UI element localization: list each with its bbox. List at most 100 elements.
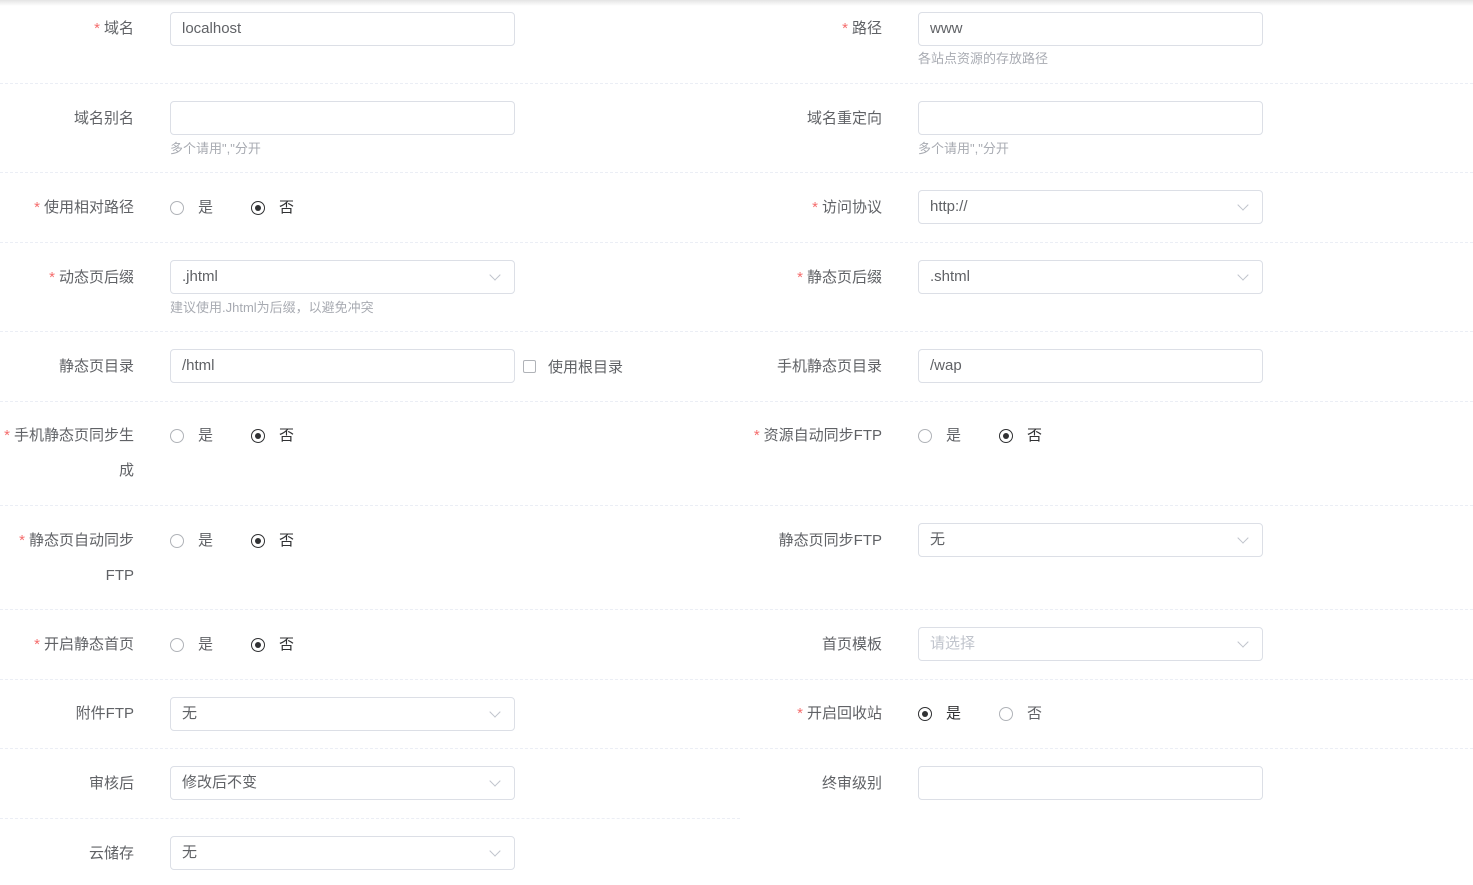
path-hint: 各站点资源的存放路径 (918, 51, 1049, 66)
radio-circle[interactable] (999, 429, 1013, 443)
dynamic-suffix-label-text: 动态页后缀 (58, 269, 134, 286)
required-mark: * (797, 269, 803, 286)
radio-circle[interactable] (918, 429, 932, 443)
row-divider (0, 242, 1473, 243)
static-sync-ftp-label-text: 静态页同步FTP (778, 532, 882, 549)
static-auto-sync-yes-radio[interactable]: 是 (170, 531, 213, 551)
dynamic-suffix-select-value: .jhtml (182, 268, 218, 285)
after-review-select[interactable]: 修改后不变 (170, 766, 515, 800)
top-shadow (0, 0, 1473, 6)
static-home-no-radio[interactable]: 否 (251, 635, 294, 655)
use-root-dir-checkbox[interactable]: 使用根目录 (523, 356, 623, 376)
mobile-sync-yes-radio[interactable]: 是 (170, 426, 213, 446)
home-template-label: 首页模板 (822, 627, 882, 662)
radio-label: 是 (946, 427, 962, 444)
alias-input[interactable] (170, 101, 515, 135)
static-home-label-text: 开启静态首页 (43, 636, 134, 653)
mobile-static-dir-label: 手机静态页目录 (777, 349, 882, 384)
resource-ftp-sync-yes-radio[interactable]: 是 (918, 426, 961, 446)
row-divider (0, 331, 1473, 332)
radio-circle[interactable] (251, 429, 265, 443)
static-home-yes-radio[interactable]: 是 (170, 635, 213, 655)
dynamic-suffix-label: * 动态页后缀 (49, 260, 134, 295)
row-divider (0, 172, 1473, 173)
domain-label: * 域名 (94, 11, 134, 46)
radio-label: 否 (1027, 427, 1043, 444)
cloud-storage-label-text: 云储存 (88, 845, 134, 862)
redirect-label: 域名重定向 (807, 101, 882, 136)
checkbox-box[interactable] (523, 359, 536, 373)
radio-circle[interactable] (170, 638, 184, 652)
relative-path-no-radio[interactable]: 否 (251, 198, 294, 218)
recycle-bin-no-radio[interactable]: 否 (999, 704, 1042, 724)
relative-path-yes-radio[interactable]: 是 (170, 198, 213, 218)
dynamic-suffix-select[interactable]: .jhtml (170, 260, 515, 294)
static-auto-sync-no-radio[interactable]: 否 (251, 531, 294, 551)
attach-ftp-select[interactable]: 无 (170, 697, 515, 731)
resource-ftp-sync-label-text: 资源自动同步FTP (763, 427, 882, 444)
relative-path-label-text: 使用相对路径 (43, 199, 134, 216)
redirect-label-text: 域名重定向 (806, 110, 882, 127)
radio-label: 是 (198, 636, 214, 653)
attach-ftp-label: 附件FTP (76, 696, 134, 731)
path-input[interactable]: www (918, 12, 1263, 46)
checkbox-label: 使用根目录 (548, 358, 624, 376)
static-dir-label-text: 静态页目录 (58, 358, 134, 375)
chevron-down-icon (489, 269, 501, 281)
relative-path-label: * 使用相对路径 (34, 190, 134, 225)
alias-hint: 多个请用","分开 (170, 141, 261, 156)
mobile-sync-no-radio[interactable]: 否 (251, 426, 294, 446)
required-mark: * (34, 636, 40, 653)
resource-ftp-sync-no-radio[interactable]: 否 (999, 426, 1042, 446)
path-label: * 路径 (842, 11, 882, 46)
radio-circle[interactable] (170, 201, 184, 215)
protocol-label-text: 访问协议 (821, 199, 882, 216)
static-home-label: * 开启静态首页 (34, 627, 134, 662)
required-mark: * (34, 199, 40, 216)
final-level-label: 终审级别 (822, 766, 882, 801)
home-template-select[interactable]: 请选择 (918, 627, 1263, 661)
redirect-input[interactable] (918, 101, 1263, 135)
protocol-select-value: http:// (930, 198, 968, 215)
mobile-static-dir-label-text: 手机静态页目录 (776, 358, 882, 375)
mobile-sync-label: * 手机静态页同步生 成 (4, 418, 134, 488)
chevron-down-icon (489, 706, 501, 718)
domain-label-text: 域名 (103, 20, 134, 37)
static-suffix-select[interactable]: .shtml (918, 260, 1263, 294)
row-divider (0, 748, 1473, 749)
radio-circle[interactable] (170, 429, 184, 443)
static-dir-input[interactable]: /html (170, 349, 515, 383)
cloud-storage-label: 云储存 (89, 836, 134, 871)
protocol-select[interactable]: http:// (918, 190, 1263, 224)
required-mark: * (19, 532, 25, 549)
radio-circle[interactable] (918, 707, 932, 721)
radio-circle[interactable] (251, 534, 265, 548)
cloud-storage-select[interactable]: 无 (170, 836, 515, 870)
attach-ftp-label-text: 附件FTP (75, 705, 134, 722)
static-suffix-select-value: .shtml (930, 268, 971, 285)
radio-circle[interactable] (170, 534, 184, 548)
radio-circle[interactable] (251, 638, 265, 652)
mobile-static-dir-input[interactable]: /wap (918, 349, 1263, 383)
chevron-down-icon (1237, 532, 1249, 544)
required-mark: * (842, 20, 848, 37)
dynamic-suffix-hint: 建议使用.Jhtml为后缀，以避免冲突 (170, 300, 374, 315)
static-dir-label: 静态页目录 (59, 349, 134, 384)
row-divider (0, 401, 1473, 402)
radio-circle[interactable] (251, 201, 265, 215)
recycle-bin-yes-radio[interactable]: 是 (918, 704, 961, 724)
domain-input[interactable]: localhost (170, 12, 515, 46)
radio-label: 是 (946, 705, 962, 722)
cloud-storage-select-value: 无 (182, 844, 198, 861)
final-level-input[interactable] (918, 766, 1263, 800)
resource-ftp-sync-label: * 资源自动同步FTP (754, 418, 882, 453)
alias-label-text: 域名别名 (73, 110, 134, 127)
radio-circle[interactable] (999, 707, 1013, 721)
chevron-down-icon (489, 845, 501, 857)
radio-label: 是 (198, 199, 214, 216)
static-sync-ftp-select[interactable]: 无 (918, 523, 1263, 557)
required-mark: * (49, 269, 55, 286)
radio-label: 否 (279, 199, 295, 216)
after-review-label: 审核后 (89, 766, 134, 801)
static-auto-sync-label-line2: FTP (105, 567, 134, 584)
